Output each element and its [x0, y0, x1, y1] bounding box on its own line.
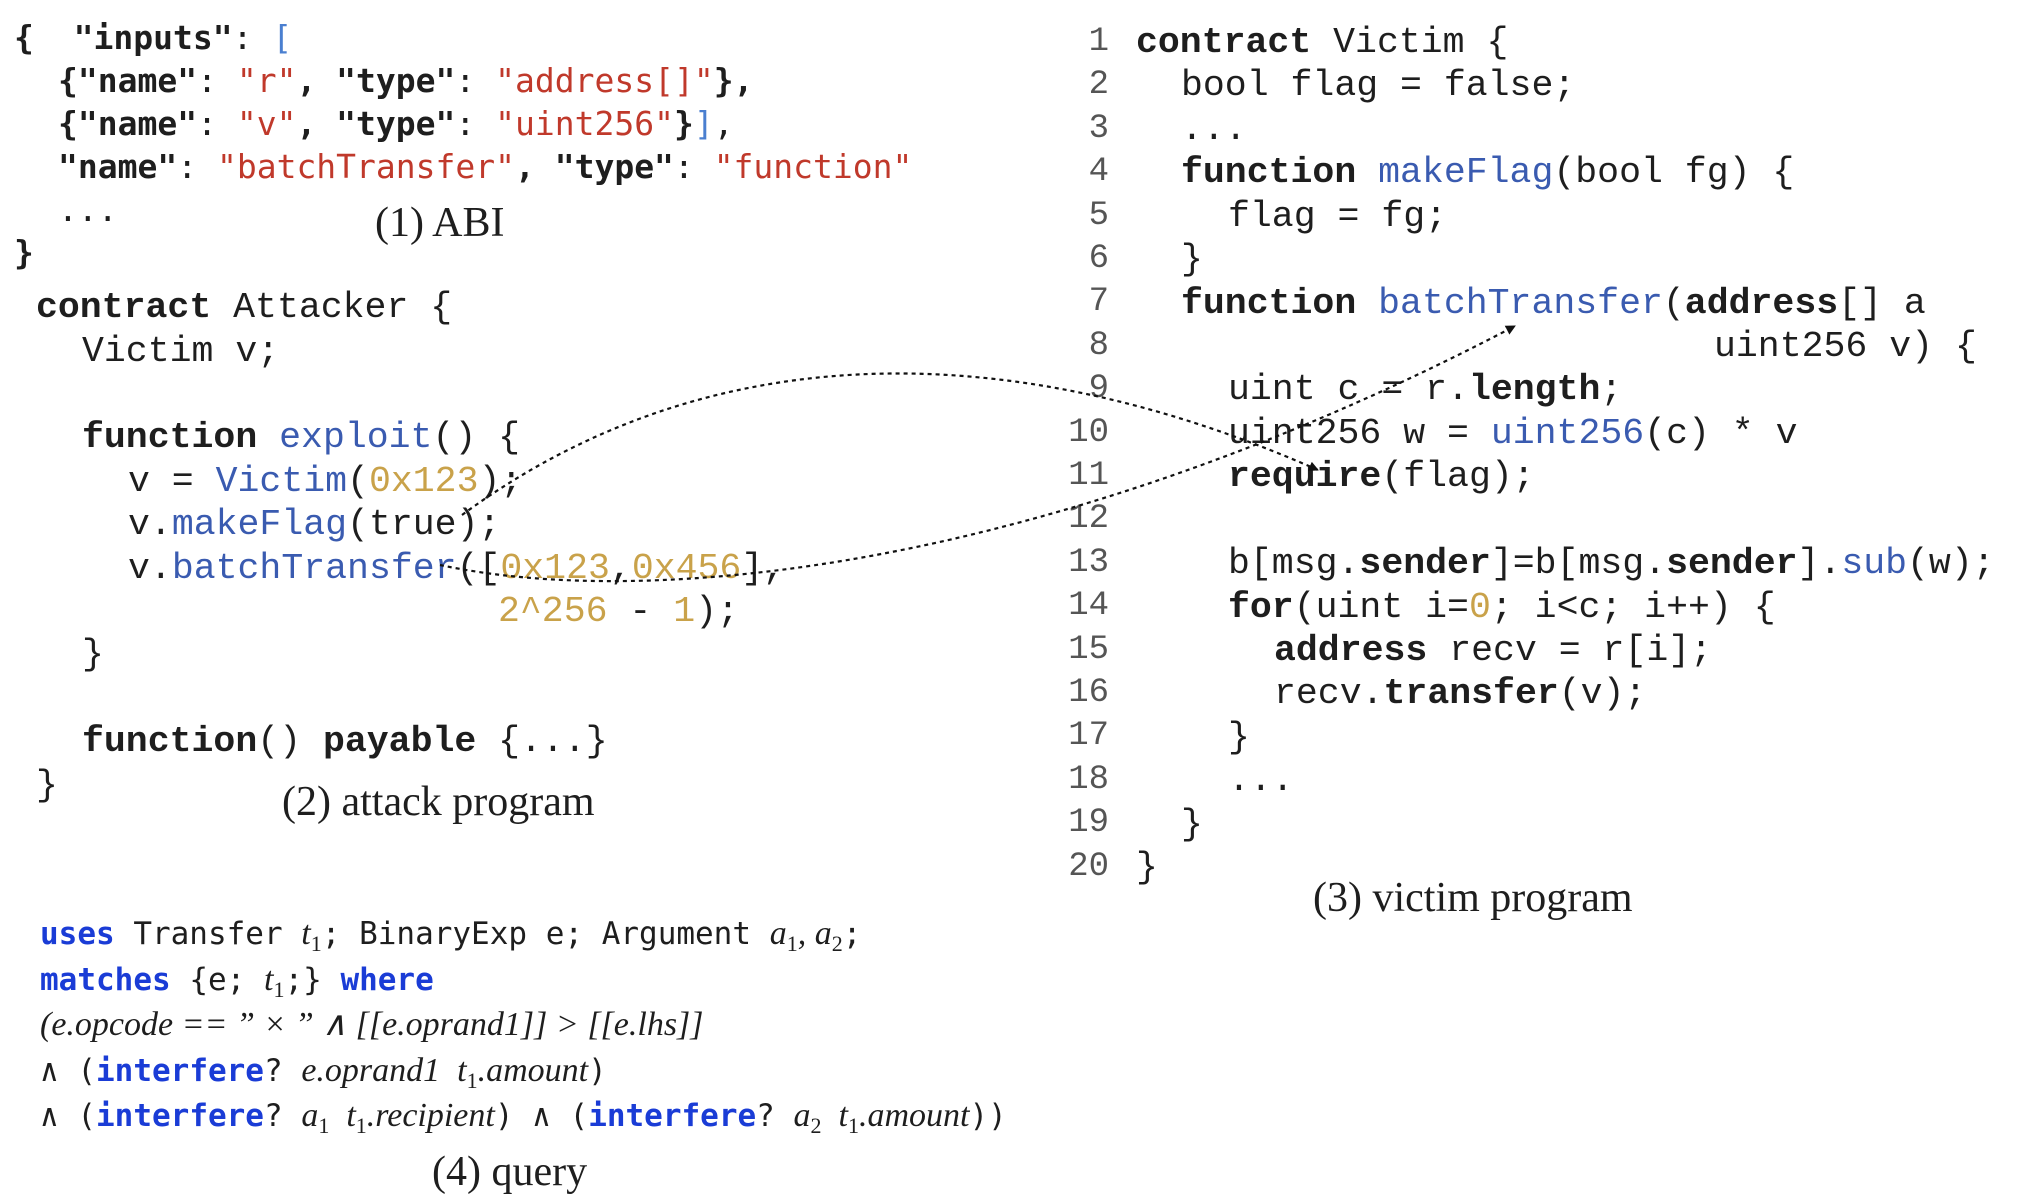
query-var: a [793, 1097, 811, 1134]
query-subscript: 1 [355, 1113, 367, 1139]
query-keyword: interfere [588, 1098, 757, 1134]
query-keyword: matches [40, 962, 171, 998]
query-var: t [329, 1097, 356, 1134]
query-subscript: 1 [310, 931, 322, 957]
query-subscript: 1 [273, 977, 285, 1003]
query-text: ∧ ( [40, 1053, 96, 1089]
query-subscript: 1 [847, 1113, 859, 1139]
query-var: a [769, 915, 787, 952]
arrow-batchtransfer-to-signature [439, 325, 1516, 583]
query-var: a [301, 1097, 319, 1134]
query-expression: (e.opcode == ” × ” ∧ [[e.oprand1]] > [[e… [40, 1006, 704, 1043]
query-subscript: 1 [466, 1068, 478, 1094]
query-keyword: interfere [96, 1053, 264, 1089]
query-text: ) [588, 1053, 607, 1089]
query-var: .amount [477, 1052, 589, 1089]
query-text: )) [969, 1098, 1007, 1134]
query-text: ? [263, 1053, 302, 1089]
query-text: Transfer [114, 916, 302, 952]
query-text: ; [842, 916, 862, 952]
query-subscript: 1 [786, 931, 798, 957]
arrow-makeflag-to-flag [461, 372, 1319, 516]
query-caption: (4) query [432, 1149, 588, 1195]
query-text: {e; [170, 962, 264, 998]
query-subscript: 2 [831, 931, 843, 957]
query-subscript: 1 [318, 1113, 330, 1139]
query-var: t [821, 1097, 848, 1134]
query-text: ) ∧ ( [494, 1098, 589, 1134]
query-text: ; BinaryExp e; Argument [321, 916, 770, 952]
query-var: , a [797, 915, 832, 952]
query-keyword: interfere [96, 1098, 264, 1134]
query-keyword: uses [40, 916, 115, 952]
query-text: ? [756, 1098, 794, 1134]
query-text: ;} [284, 962, 341, 998]
query-var: t [301, 915, 311, 952]
query-var: .recipient [366, 1097, 495, 1134]
query-line-3: (e.opcode == ” × ” ∧ [[e.oprand1]] > [[e… [40, 1002, 704, 1049]
query-line-5: ∧ (interfere? a1 t1.recipient) ∧ (interf… [40, 1093, 1007, 1149]
query-keyword: where [340, 962, 434, 998]
query-subscript: 2 [810, 1113, 822, 1139]
query-text: ? [263, 1098, 302, 1134]
query-var: .amount [858, 1097, 970, 1134]
query-text: ∧ ( [40, 1098, 96, 1134]
query-var: e.oprand1 t [301, 1052, 467, 1089]
